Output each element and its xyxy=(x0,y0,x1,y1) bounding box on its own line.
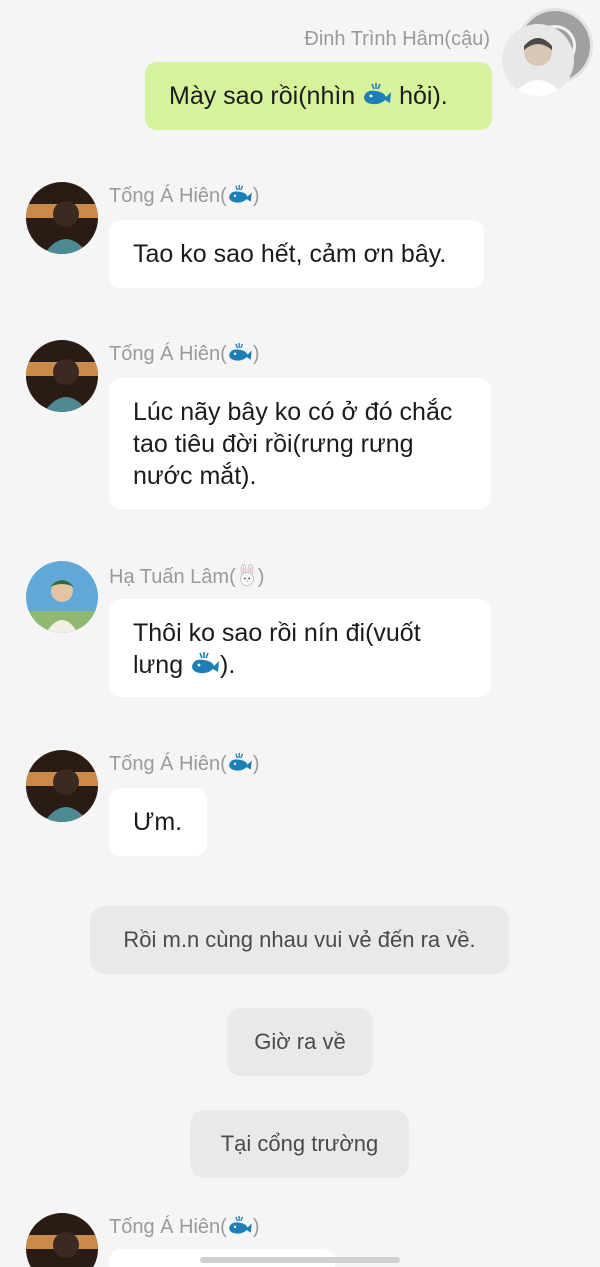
message-bubble[interactable]: Lúc nãy bây ko có ở đó chắc tao tiêu đời… xyxy=(109,378,491,509)
avatar-dinh-trinh-ham[interactable] xyxy=(502,24,574,96)
narration-bubble[interactable]: Tại cổng trường xyxy=(190,1110,409,1178)
avatar-tong-a-hien[interactable] xyxy=(26,182,98,254)
sender-name: Tống Á Hiên() xyxy=(109,343,260,369)
whale-emoji xyxy=(190,652,220,684)
avatar-tong-a-hien[interactable] xyxy=(26,1213,98,1267)
narration-bubble[interactable]: Giờ ra về xyxy=(227,1008,373,1076)
whale-emoji xyxy=(227,343,253,369)
avatar-tong-a-hien[interactable] xyxy=(26,750,98,822)
message-bubble-me[interactable]: Mày sao rồi(nhìn hỏi). xyxy=(145,62,492,130)
sender-name: Tống Á Hiên() xyxy=(109,753,260,779)
sender-name-right: Đinh Trình Hâm(cậu) xyxy=(304,28,490,50)
sender-name: Tống Á Hiên() xyxy=(109,185,260,211)
whale-emoji xyxy=(362,83,392,115)
narration-bubble[interactable]: Rồi m.n cùng nhau vui vẻ đến ra về. xyxy=(90,906,509,974)
message-bubble[interactable]: Ưm. xyxy=(109,788,207,856)
message-bubble[interactable]: Tao ko sao hết, cảm ơn bây. xyxy=(109,220,484,288)
avatar-tong-a-hien[interactable] xyxy=(26,340,98,412)
whale-emoji xyxy=(227,1216,253,1242)
whale-emoji xyxy=(227,753,253,779)
sender-name: Tống Á Hiên() xyxy=(109,1216,260,1242)
home-indicator[interactable] xyxy=(200,1257,400,1263)
message-bubble[interactable]: Thôi ko sao rồi nín đi(vuốt lưng ). xyxy=(109,599,491,697)
whale-emoji xyxy=(227,185,253,211)
rabbit-emoji xyxy=(236,564,258,592)
sender-name: Hạ Tuấn Lâm() xyxy=(109,564,264,592)
avatar-ha-tuan-lam[interactable] xyxy=(26,561,98,633)
